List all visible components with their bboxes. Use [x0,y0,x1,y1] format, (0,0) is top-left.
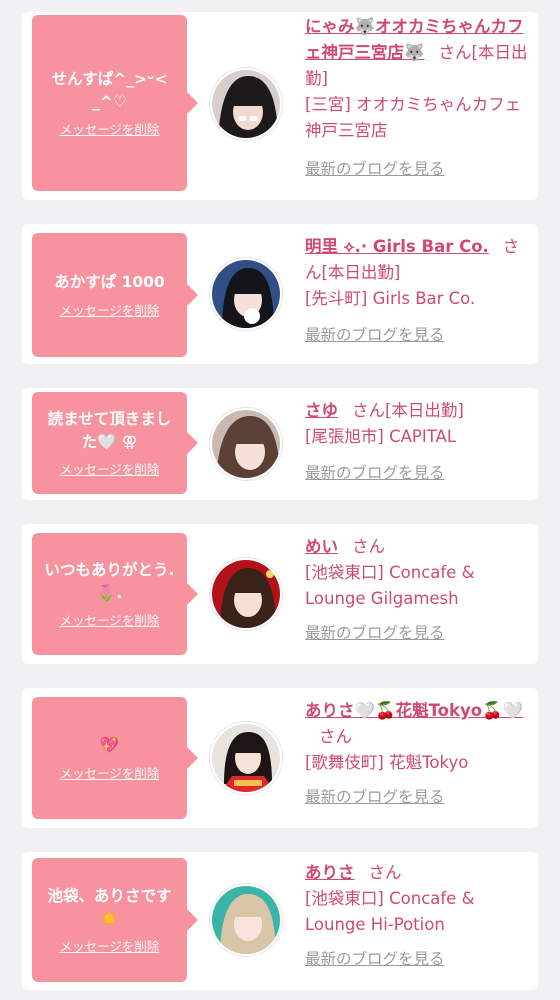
message-card: いつもありがとう.🌷. メッセージを削除 めい さん [池袋東口] Concafe… [22,524,538,664]
message-card: 読ませて頂きました🤍 ⚢ メッセージを削除 さゆ さん[本日出勤] [尾張旭市] … [22,388,538,500]
message-card: 池袋、ありさです☀️ メッセージを削除 ありさ さん [池袋東口] Concafe… [22,852,538,990]
avatar-photo [212,560,280,628]
cast-name-link[interactable]: ありさ [305,863,355,882]
attendance-status: [本日出勤] [321,263,401,282]
latest-blog-link[interactable]: 最新のブログを見る [305,460,530,486]
cast-info: にゃみ🐺オオカミちゃんカフェ神戸三宮店🐺 さん[本日出勤] [三宮] オオカミちゃ… [305,14,530,182]
message-text: 読ませて頂きました🤍 ⚢ [47,410,172,451]
message-list: せんすぱ^_>ᵕ< _^♡ メッセージを削除 にゃみ🐺オオカミちゃんカフェ神戸三… [0,0,560,1000]
latest-blog-link[interactable]: 最新のブログを見る [305,946,530,972]
cast-name-link[interactable]: さゆ [305,401,338,420]
honorific-suffix: さん [368,863,402,882]
cast-name-link[interactable]: めい [305,537,338,556]
cast-info: めい さん [池袋東口] Concafe & Lounge Gilgamesh 最… [305,534,530,646]
delete-message-link[interactable]: メッセージを削除 [60,610,160,629]
honorific-suffix: さん [352,401,385,420]
latest-blog-link[interactable]: 最新のブログを見る [305,784,530,810]
avatar-photo [212,70,280,138]
latest-blog-link[interactable]: 最新のブログを見る [305,322,530,348]
message-bubble: あかすぱ 1000 メッセージを削除 [32,233,198,357]
cast-info: 明里 ⟡.· Girls Bar Co. さん[本日出勤] [先斗町] Girls… [305,234,530,348]
avatar-photo [212,410,280,478]
delete-message-link[interactable]: メッセージを削除 [60,300,160,319]
delete-message-link[interactable]: メッセージを削除 [60,936,160,955]
message-text: 池袋、ありさです☀️ [47,887,172,928]
delete-message-link[interactable]: メッセージを削除 [60,459,160,478]
delete-message-link[interactable]: メッセージを削除 [60,119,160,138]
message-text: いつもありがとう.🌷. [44,561,175,602]
message-bubble: せんすぱ^_>ᵕ< _^♡ メッセージを削除 [32,15,198,191]
avatar[interactable] [210,558,282,630]
latest-blog-link[interactable]: 最新のブログを見る [305,620,530,646]
shop-info: [歌舞伎町] 花魁Tokyo [305,753,469,772]
delete-message-link[interactable]: メッセージを削除 [60,763,160,782]
avatar[interactable] [210,68,282,140]
message-bubble: 池袋、ありさです☀️ メッセージを削除 [32,858,198,982]
latest-blog-link[interactable]: 最新のブログを見る [305,156,530,182]
shop-info: [池袋東口] Concafe & Lounge Hi-Potion [305,889,475,934]
shop-info: [三宮] オオカミちゃんカフェ神戸三宮店 [305,95,522,140]
avatar-photo [212,886,280,954]
message-card: せんすぱ^_>ᵕ< _^♡ メッセージを削除 にゃみ🐺オオカミちゃんカフェ神戸三… [22,12,538,200]
cast-name-link[interactable]: 明里 ⟡.· Girls Bar Co. [305,237,489,256]
message-card: あかすぱ 1000 メッセージを削除 明里 ⟡.· Girls Bar Co. さ… [22,224,538,364]
avatar[interactable] [210,884,282,956]
shop-info: [池袋東口] Concafe & Lounge Gilgamesh [305,563,475,608]
avatar[interactable] [210,408,282,480]
shop-info: [先斗町] Girls Bar Co. [305,289,476,308]
cast-name-link[interactable]: ありさ🤍🍒花魁Tokyo🍒🤍 [305,701,523,720]
attendance-status: [本日出勤] [385,401,464,420]
shop-info: [尾張旭市] CAPITAL [305,427,457,446]
message-text: あかすぱ 1000 [54,273,165,292]
avatar-photo [212,724,280,792]
message-card: 💖 メッセージを削除 ありさ🤍🍒花魁Tokyo🍒🤍 さん [歌舞伎町] 花魁Tok… [22,688,538,828]
message-text: せんすぱ^_>ᵕ< _^♡ [51,70,168,111]
avatar[interactable] [210,258,282,330]
message-bubble: 💖 メッセージを削除 [32,697,198,819]
message-bubble: いつもありがとう.🌷. メッセージを削除 [32,533,198,655]
honorific-suffix: さん [352,537,385,556]
cast-info: ありさ🤍🍒花魁Tokyo🍒🤍 さん [歌舞伎町] 花魁Tokyo 最新のブログを見… [305,698,530,810]
honorific-suffix: さん [438,43,472,62]
cast-info: さゆ さん[本日出勤] [尾張旭市] CAPITAL 最新のブログを見る [305,398,530,486]
message-text: 💖 [99,736,120,755]
honorific-suffix: さん [319,727,352,746]
avatar-photo [212,260,280,328]
message-bubble: 読ませて頂きました🤍 ⚢ メッセージを削除 [32,392,198,494]
cast-info: ありさ さん [池袋東口] Concafe & Lounge Hi-Potion … [305,860,530,972]
avatar[interactable] [210,722,282,794]
